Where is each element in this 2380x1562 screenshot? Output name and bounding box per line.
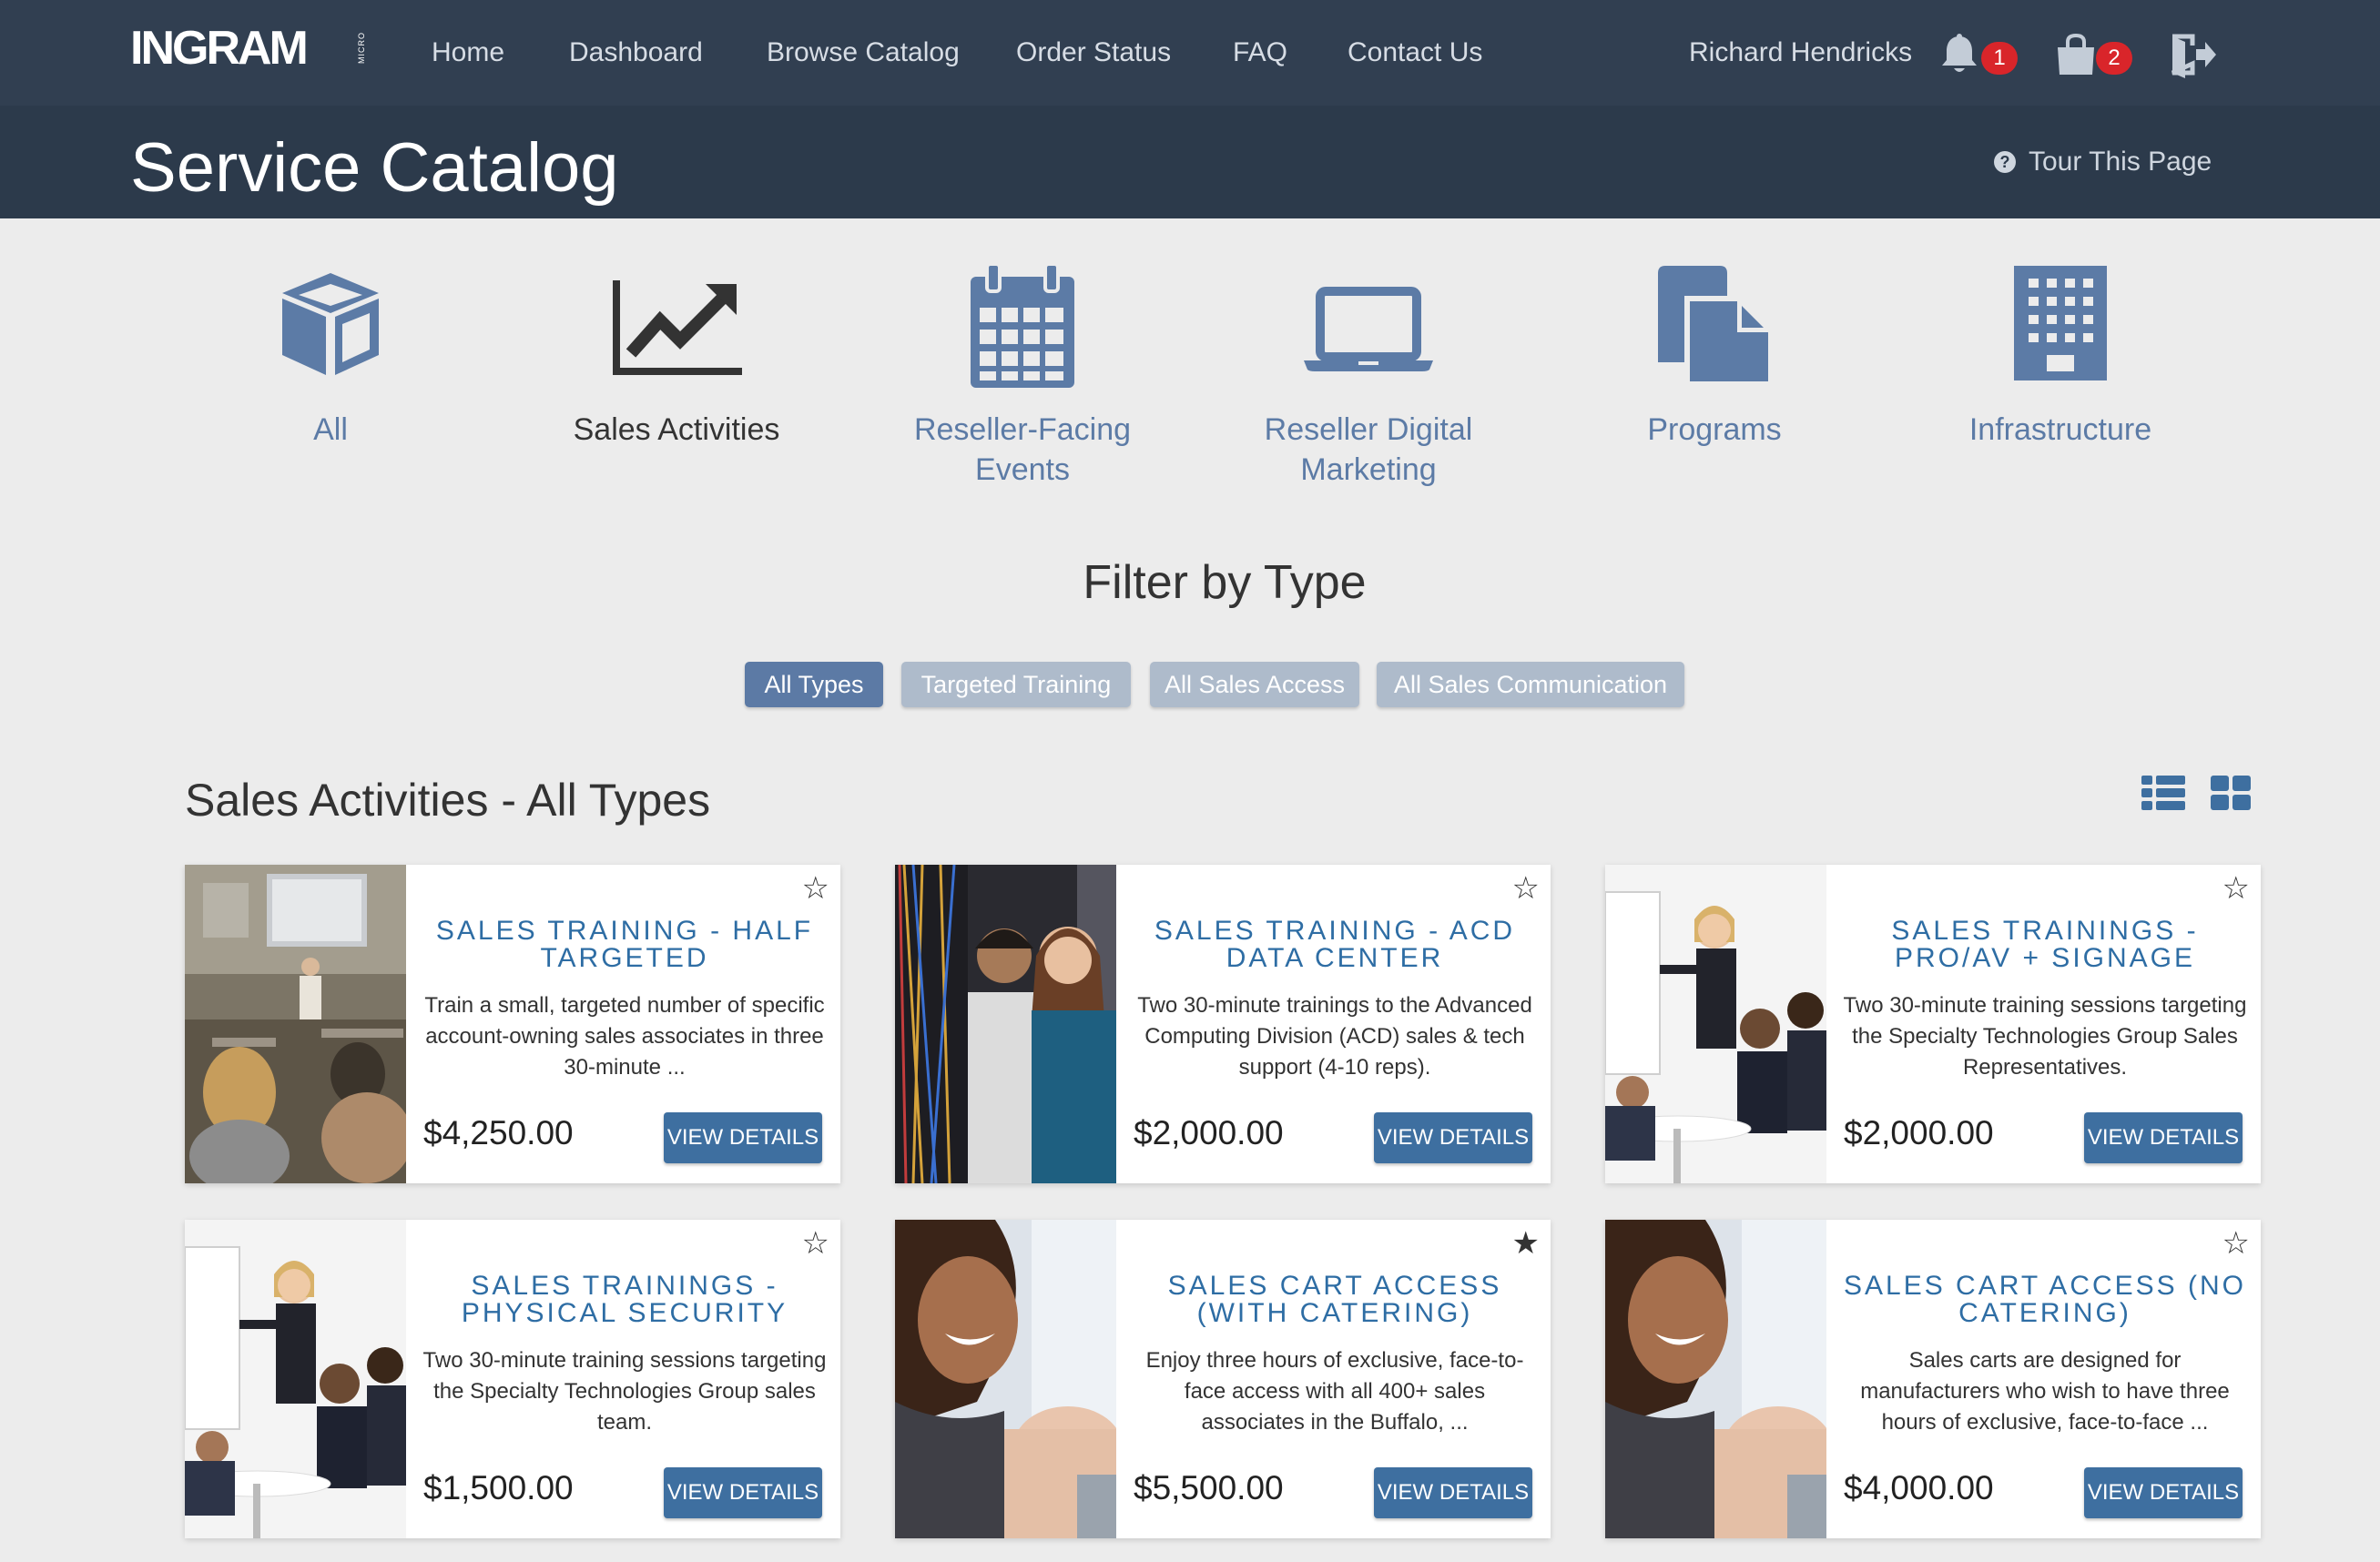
category-all[interactable]: All	[176, 264, 485, 447]
filter-title: Filter by Type	[1083, 556, 1367, 609]
category-label: Programs	[1647, 412, 1782, 447]
favorite-star-icon[interactable]: ☆	[802, 870, 829, 907]
card-photo-data-center	[895, 865, 1116, 1183]
list-view-icon[interactable]	[2141, 776, 2185, 810]
ingram-logo[interactable]: INGRAM	[130, 24, 309, 73]
card-price: $4,000.00	[1844, 1469, 1994, 1506]
logout-icon[interactable]	[2169, 31, 2216, 78]
favorite-star-icon[interactable]: ☆	[1512, 870, 1540, 907]
card-photo-presentation	[1605, 865, 1826, 1183]
card-price: $5,500.00	[1134, 1469, 1284, 1506]
nav-dashboard[interactable]: Dashboard	[569, 35, 703, 71]
product-card-sales-cart-access-with-catering[interactable]: ★ Sales Cart Access (with Catering) Enjo…	[895, 1220, 1551, 1538]
category-sales-activities[interactable]: Sales Activities	[522, 264, 831, 447]
view-details-button[interactable]: VIEW DETAILS	[664, 1112, 822, 1163]
laptop-icon	[1304, 287, 1433, 371]
product-card-sales-trainings-physical-security[interactable]: ☆ Sales Trainings - Physical Security Tw…	[185, 1220, 840, 1538]
product-card-sales-training-half-targeted[interactable]: ☆ Sales Training - Half Targeted Train a…	[185, 865, 840, 1183]
nav-faq[interactable]: FAQ	[1233, 35, 1287, 71]
product-card-sales-training-acd-data-center[interactable]: ☆ Sales Training - ACD Data Center Two 3…	[895, 865, 1551, 1183]
card-photo-classroom	[185, 865, 406, 1183]
view-details-button[interactable]: VIEW DETAILS	[2084, 1112, 2243, 1163]
top-navbar: INGRAM MICRO Home Dashboard Browse Catal…	[0, 0, 2380, 106]
category-reseller-facing-events[interactable]: Reseller-Facing Events	[868, 264, 1177, 487]
category-programs[interactable]: Programs	[1560, 264, 1869, 447]
calendar-icon	[971, 264, 1074, 388]
card-price: $4,250.00	[423, 1114, 574, 1151]
category-infrastructure[interactable]: Infrastructure	[1906, 264, 2215, 447]
card-description: Two 30-minute training sessions targetin…	[1843, 993, 2247, 1080]
category-label: All	[313, 412, 348, 447]
favorite-star-icon[interactable]: ☆	[802, 1225, 829, 1262]
card-title[interactable]: Sales Cart Access (no Catering)	[1840, 1273, 2250, 1327]
view-details-button[interactable]: VIEW DETAILS	[2084, 1467, 2243, 1518]
nav-browse-catalog[interactable]: Browse Catalog	[767, 35, 960, 71]
bell-icon[interactable]	[1939, 33, 1979, 76]
tour-label: Tour This Page	[2029, 147, 2212, 177]
favorite-star-icon[interactable]: ☆	[2222, 870, 2250, 907]
category-label: Infrastructure	[1968, 412, 2152, 447]
section-title: Sales Activities - All Types	[185, 775, 711, 826]
chart-line-icon	[613, 280, 742, 375]
category-reseller-digital-marketing[interactable]: Reseller Digital Marketing	[1214, 264, 1523, 487]
grid-view-icon[interactable]	[2211, 776, 2251, 810]
card-photo-handshake	[895, 1220, 1116, 1538]
documents-icon	[1658, 266, 1774, 387]
card-price: $1,500.00	[423, 1469, 574, 1506]
logo-sub-text: MICRO	[357, 32, 366, 64]
card-description: Enjoy three hours of exclusive, face-to-…	[1145, 1348, 1524, 1435]
card-title[interactable]: Sales Training - Half Targeted	[420, 918, 829, 972]
user-name[interactable]: Richard Hendricks	[1689, 35, 1912, 71]
card-photo-handshake	[1605, 1220, 1826, 1538]
category-label: Sales Activities	[573, 412, 780, 447]
nav-order-status[interactable]: Order Status	[1016, 35, 1171, 71]
nav-home[interactable]: Home	[432, 35, 504, 71]
nav-contact-us[interactable]: Contact Us	[1348, 35, 1482, 71]
product-card-sales-trainings-pro-av-signage[interactable]: ☆ Sales Trainings - Pro/AV + Signage Two…	[1605, 865, 2261, 1183]
view-details-button[interactable]: VIEW DETAILS	[664, 1467, 822, 1518]
shopping-bag-icon[interactable]	[2054, 33, 2098, 76]
card-description: Sales carts are designed for manufacture…	[1860, 1348, 2230, 1435]
filter-pill-all-sales-communication[interactable]: All Sales Communication	[1377, 662, 1684, 707]
card-description: Two 30-minute trainings to the Advanced …	[1137, 993, 1532, 1080]
question-circle-icon: ?	[1994, 151, 2016, 173]
card-price: $2,000.00	[1134, 1114, 1284, 1151]
favorite-star-icon-filled[interactable]: ★	[1512, 1225, 1540, 1262]
filter-pill-all-types[interactable]: All Types	[745, 662, 883, 707]
category-label: Reseller Digital Marketing	[1264, 412, 1473, 487]
category-label: Reseller-Facing Events	[913, 412, 1132, 487]
building-icon	[2014, 266, 2107, 380]
cart-badge: 2	[2096, 42, 2132, 75]
view-details-button[interactable]: VIEW DETAILS	[1374, 1467, 1532, 1518]
card-description: Train a small, targeted number of specif…	[424, 993, 825, 1080]
card-title[interactable]: Sales Trainings - Pro/AV + Signage	[1840, 918, 2250, 972]
notification-badge: 1	[1981, 42, 2018, 75]
favorite-star-icon[interactable]: ☆	[2222, 1225, 2250, 1262]
card-title[interactable]: Sales Training - ACD Data Center	[1130, 918, 1540, 972]
page-header: Service Catalog ? Tour This Page	[0, 106, 2380, 218]
product-card-sales-cart-access-no-catering[interactable]: ☆ Sales Cart Access (no Catering) Sales …	[1605, 1220, 2261, 1538]
tour-this-page-link[interactable]: ? Tour This Page	[1994, 144, 2212, 180]
card-description: Two 30-minute training sessions targetin…	[422, 1348, 827, 1435]
card-photo-presentation	[185, 1220, 406, 1538]
card-title[interactable]: Sales Trainings - Physical Security	[420, 1273, 829, 1327]
cube-icon	[282, 273, 379, 375]
filter-pill-targeted-training[interactable]: Targeted Training	[901, 662, 1131, 707]
view-details-button[interactable]: VIEW DETAILS	[1374, 1112, 1532, 1163]
card-title[interactable]: Sales Cart Access (with Catering)	[1130, 1273, 1540, 1327]
filter-pill-all-sales-access[interactable]: All Sales Access	[1150, 662, 1359, 707]
page-title: Service Catalog	[130, 129, 619, 207]
card-price: $2,000.00	[1844, 1114, 1994, 1151]
